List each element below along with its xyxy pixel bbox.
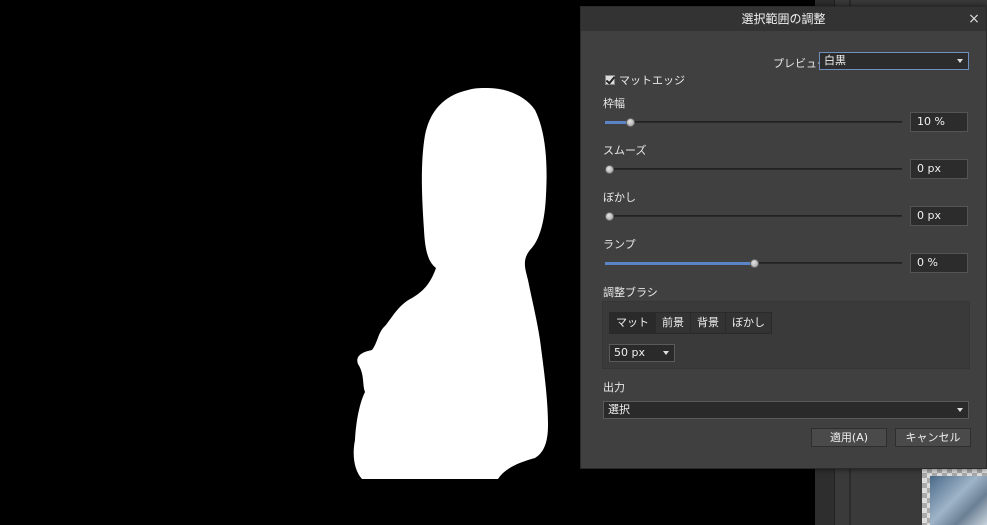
tab-background[interactable]: 背景 [691,313,726,333]
slider-handle[interactable] [626,118,636,127]
output-select[interactable]: 選択 [603,401,969,419]
slider-track[interactable] [605,165,902,174]
slider-track[interactable] [605,212,902,221]
tab-foreground[interactable]: 前景 [656,313,691,333]
brush-size-select[interactable]: 50 px [609,344,675,362]
brush-panel: マット 前景 背景 ぼかし 50 px [602,301,970,369]
slider-handle[interactable] [749,259,759,268]
tab-blur[interactable]: ぼかし [726,313,771,333]
chevron-down-icon [663,351,669,355]
slider-label: ぼかし [603,191,636,204]
output-label: 出力 [603,381,625,394]
brush-size-value: 50 px [614,346,645,359]
preview-select[interactable]: 白黒 [819,52,969,70]
dialog-titlebar: 選択範囲の調整 × [581,7,986,31]
tab-matte[interactable]: マット [610,313,656,333]
slider-value-field[interactable]: 0 px [910,206,968,226]
slider-value-field[interactable]: 10 % [910,112,968,132]
slider-track[interactable] [605,259,902,268]
close-icon[interactable]: × [964,7,984,31]
brush-label: 調整ブラシ [603,286,658,299]
apply-button[interactable]: 適用(A) [811,428,887,447]
slider-label: スムーズ [603,144,647,157]
layer-thumbnail[interactable] [922,468,987,525]
slider-handle[interactable] [605,212,614,221]
slider-value-field[interactable]: 0 % [910,253,968,273]
matte-edges-label: マットエッジ [619,74,685,87]
slider-handle[interactable] [605,165,614,174]
output-select-value: 選択 [608,403,630,416]
thumbnail-photo [930,476,987,525]
preview-select-value: 白黒 [824,54,846,67]
slider-value-field[interactable]: 0 px [910,159,968,179]
slider-track[interactable] [605,118,902,127]
slider-label: 枠幅 [603,97,625,110]
slider-fill [605,262,754,265]
brush-mode-tabs: マット 前景 背景 ぼかし [609,312,772,334]
checkbox-check-icon [605,75,615,85]
cancel-button[interactable]: キャンセル [895,428,971,447]
chevron-down-icon [957,59,963,63]
slider-label: ランプ [603,238,636,251]
matte-edges-checkbox[interactable]: マットエッジ [605,72,685,88]
chevron-down-icon [957,408,963,412]
refine-selection-dialog: 選択範囲の調整 × プレビュー 白黒 マットエッジ 枠幅 10 % スムーズ 0 px… [580,6,987,469]
dialog-title: 選択範囲の調整 [741,12,826,26]
